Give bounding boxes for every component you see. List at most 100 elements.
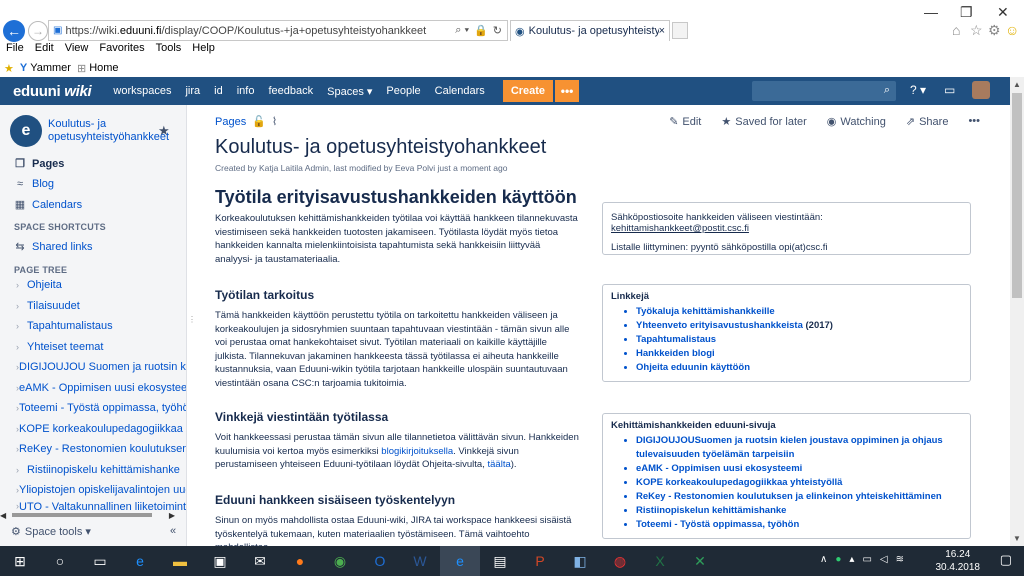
close-icon[interactable]: ✕: [997, 4, 1009, 21]
contact-email-link[interactable]: kehittamishankkeet@postit.csc.fi: [611, 223, 749, 234]
link-item[interactable]: Tapahtumalistaus: [636, 333, 962, 347]
link-item[interactable]: Yhteenveto erityisavustushankkeista (201…: [636, 319, 962, 333]
forward-button[interactable]: →: [28, 21, 48, 41]
firefox-icon[interactable]: ●: [280, 546, 320, 576]
project-link[interactable]: Toteemi - Työstä oppimassa, työhön: [636, 518, 962, 532]
project-link[interactable]: eAMK - Oppimisen uusi ekosysteemi: [636, 462, 962, 476]
share-button[interactable]: ⇗ Share: [906, 115, 949, 128]
nav-people[interactable]: People: [386, 85, 420, 97]
save-for-later-button[interactable]: ★ Saved for later: [721, 115, 806, 128]
scroll-right-icon[interactable]: ▶: [169, 511, 175, 520]
file-explorer-icon[interactable]: ▬: [160, 546, 200, 576]
notes-icon[interactable]: ▤: [480, 546, 520, 576]
attachment-icon[interactable]: ⌇: [272, 115, 277, 128]
store-icon[interactable]: ▣: [200, 546, 240, 576]
mail-icon[interactable]: ✉: [240, 546, 280, 576]
unlock-icon[interactable]: 🔓: [252, 115, 266, 128]
smiley-feedback-icon[interactable]: ☺: [1005, 22, 1019, 38]
scroll-down-icon[interactable]: ▼: [1013, 534, 1021, 543]
create-more-button[interactable]: •••: [555, 80, 580, 102]
tree-item[interactable]: › Ohjeita: [0, 275, 186, 296]
excel-icon[interactable]: X: [640, 546, 680, 576]
here-link[interactable]: täälta: [488, 459, 511, 470]
nav-calendars[interactable]: Calendars: [435, 85, 485, 97]
tree-item[interactable]: › ReKey - Restonomien koulutuksen ja: [0, 439, 186, 460]
watching-button[interactable]: ◉ Watching: [827, 115, 886, 128]
favorite-star-icon[interactable]: ★: [158, 123, 170, 139]
link-item[interactable]: Ohjeita eduunin käyttöön: [636, 361, 962, 375]
sidebar-item-calendars[interactable]: ▦ Calendars: [14, 198, 82, 212]
space-logo[interactable]: e: [10, 115, 42, 147]
scroll-left-icon[interactable]: ◀: [0, 511, 6, 520]
taskbar-clock[interactable]: 16.24 30.4.2018: [936, 548, 981, 574]
battery-icon[interactable]: ▭: [862, 554, 871, 565]
security-check-icon[interactable]: ●: [835, 554, 841, 565]
project-link[interactable]: KOPE korkeakoulupedagogiikkaa yhteistyöl…: [636, 476, 962, 490]
search-icon[interactable]: ○: [40, 546, 80, 576]
tree-item[interactable]: › Tapahtumalistaus: [0, 316, 186, 337]
link-item[interactable]: Hankkeiden blogi: [636, 347, 962, 361]
task-view-icon[interactable]: ▭: [80, 546, 120, 576]
back-button[interactable]: ←: [3, 20, 25, 42]
address-bar[interactable]: ▣ https://wiki.eduuni.fi/display/COOP/Ko…: [48, 20, 508, 41]
tool-icon[interactable]: ✕: [680, 546, 720, 576]
menu-help[interactable]: Help: [192, 42, 215, 58]
edit-button[interactable]: ✎ Edit: [669, 115, 701, 128]
chevron-right-icon[interactable]: ›: [16, 465, 27, 475]
search-icon[interactable]: ⌕ ▾: [455, 24, 469, 37]
menu-edit[interactable]: Edit: [35, 42, 54, 58]
tree-item[interactable]: › Yliopistojen opiskelijavalintojen uudi: [0, 480, 186, 501]
menu-favorites[interactable]: Favorites: [99, 42, 144, 58]
create-button[interactable]: Create: [502, 80, 554, 102]
minimize-icon[interactable]: —: [924, 4, 938, 20]
help-button[interactable]: ? ▾: [910, 83, 926, 97]
tree-item[interactable]: › DIGIJOUJOU Suomen ja ruotsin kiel: [0, 357, 186, 378]
nav-info[interactable]: info: [237, 85, 255, 97]
scrollbar-thumb[interactable]: [1012, 93, 1022, 298]
search-input[interactable]: ⌕: [752, 81, 896, 101]
menu-view[interactable]: View: [65, 42, 89, 58]
page-vertical-scrollbar[interactable]: ▲ ▼: [1010, 77, 1024, 546]
nav-workspaces[interactable]: workspaces: [113, 85, 171, 97]
edge-icon[interactable]: e: [120, 546, 160, 576]
tree-item[interactable]: › eAMK - Oppimisen uusi ekosysteem: [0, 378, 186, 399]
nav-jira[interactable]: jira: [185, 85, 200, 97]
more-actions-button[interactable]: •••: [968, 115, 980, 128]
chat-icon[interactable]: ◍: [600, 546, 640, 576]
favorite-yammer[interactable]: Y Yammer: [20, 62, 71, 74]
shortcut-shared-links[interactable]: ⇆ Shared links: [14, 240, 92, 254]
favorites-star-icon[interactable]: ★: [4, 62, 14, 75]
chevron-right-icon[interactable]: ›: [16, 321, 27, 331]
link-item[interactable]: Työkaluja kehittämishankkeille: [636, 305, 962, 319]
project-link[interactable]: ReKey - Restonomien koulutuksen ja elink…: [636, 490, 962, 504]
action-center-icon[interactable]: ▢: [1000, 552, 1012, 568]
menu-file[interactable]: File: [6, 42, 24, 58]
nav-spaces[interactable]: Spaces ▾: [327, 85, 372, 98]
scrollbar-thumb[interactable]: [12, 513, 153, 517]
blog-link[interactable]: blogikirjoituksella: [381, 446, 453, 457]
internet-explorer-icon[interactable]: e: [440, 546, 480, 576]
tree-item[interactable]: › Toteemi - Työstä oppimassa, työhön: [0, 398, 186, 419]
scroll-up-icon[interactable]: ▲: [1013, 80, 1021, 89]
settings-gear-icon[interactable]: ⚙: [988, 22, 1001, 39]
nav-feedback[interactable]: feedback: [268, 85, 313, 97]
space-name[interactable]: Koulutus- ja opetusyhteistyöhankkeet: [48, 118, 169, 144]
menu-tools[interactable]: Tools: [156, 42, 182, 58]
notifications-icon[interactable]: ▭: [944, 83, 955, 97]
network-icon[interactable]: ▴: [849, 554, 854, 565]
project-link[interactable]: DIGIJOUJOUSuomen ja ruotsin kielen joust…: [636, 434, 962, 462]
favorite-home[interactable]: ⊞ Home: [77, 62, 119, 75]
file-icon[interactable]: ◧: [560, 546, 600, 576]
windows-start-icon[interactable]: ⊞: [0, 546, 40, 576]
powerpoint-icon[interactable]: P: [520, 546, 560, 576]
volume-icon[interactable]: ◁: [880, 554, 888, 565]
sidebar-horizontal-scrollbar[interactable]: ◀ ▶: [0, 510, 175, 520]
sidebar-item-blog[interactable]: ≈ Blog: [14, 178, 54, 190]
chevron-right-icon[interactable]: ›: [16, 280, 27, 290]
chrome-icon[interactable]: ◉: [320, 546, 360, 576]
sidebar-item-pages[interactable]: ❐ Pages: [14, 157, 64, 171]
favorites-star-icon[interactable]: ☆: [970, 22, 983, 39]
tree-item[interactable]: › Yhteiset teemat: [0, 337, 186, 358]
chevron-up-icon[interactable]: ∧: [820, 554, 827, 565]
avatar[interactable]: [972, 81, 990, 99]
